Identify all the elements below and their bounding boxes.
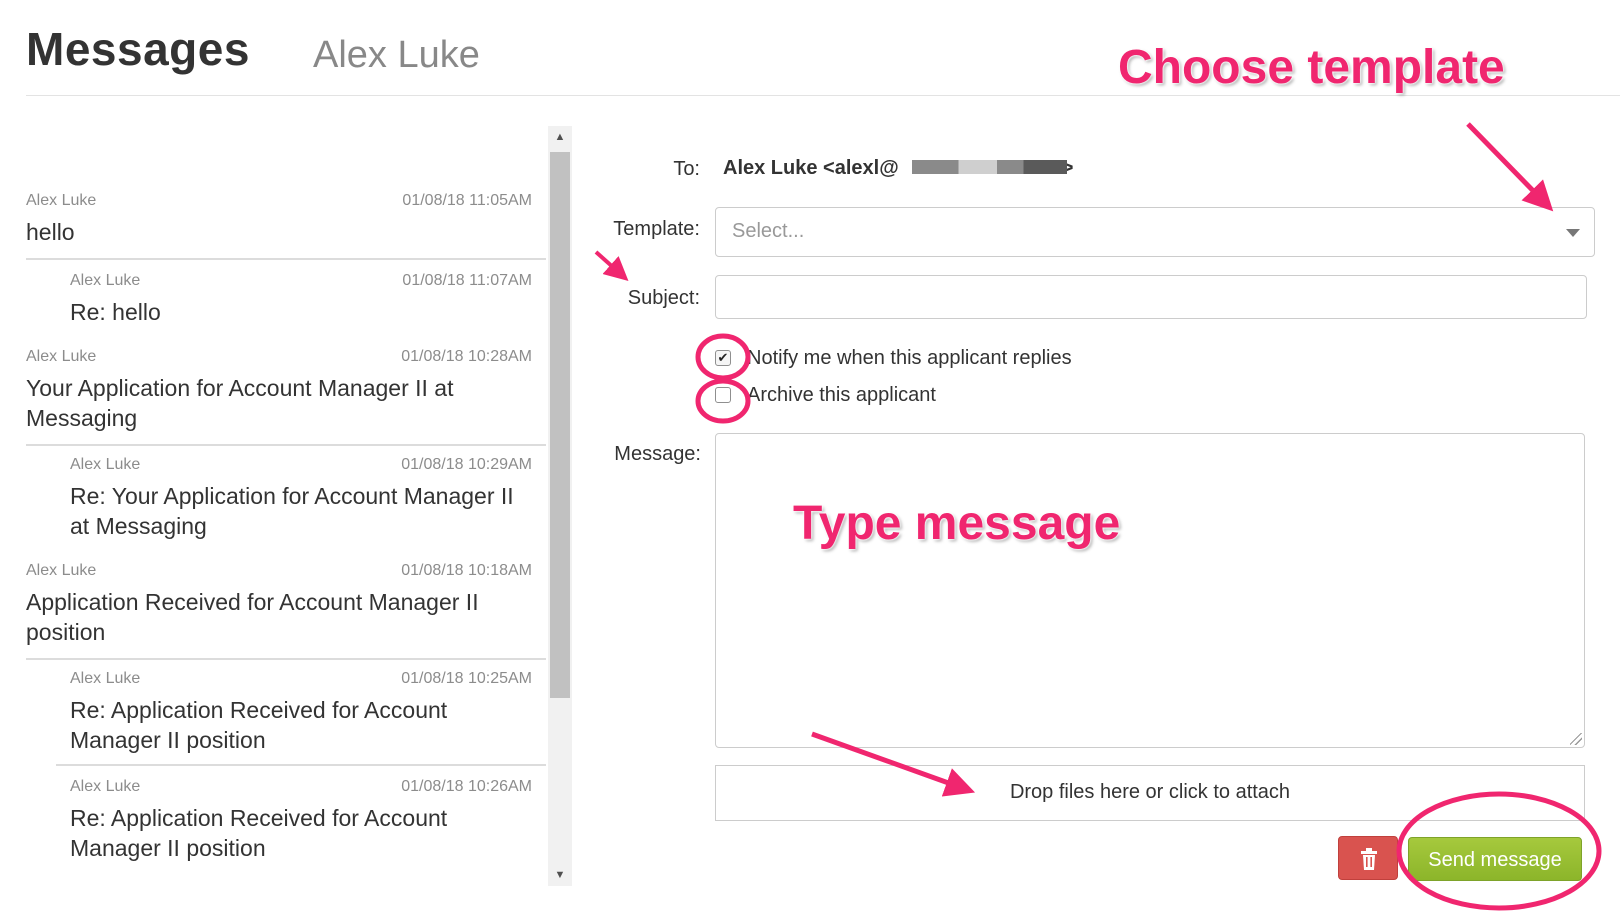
message-sender: Alex Luke xyxy=(26,348,97,365)
message-sender: Alex Luke xyxy=(70,456,141,473)
scroll-up-arrow-icon[interactable]: ▲ xyxy=(548,126,572,148)
message-item[interactable]: Alex Luke 01/08/18 10:28AM Your Applicat… xyxy=(26,348,546,446)
archive-checkbox[interactable] xyxy=(715,387,731,403)
page-title: Messages xyxy=(26,23,250,75)
header-divider xyxy=(26,95,1620,96)
trash-icon xyxy=(1361,848,1377,870)
message-sender: Alex Luke xyxy=(70,778,141,795)
template-select[interactable]: Select... xyxy=(715,207,1595,257)
annotation-choose-template: Choose template xyxy=(1117,40,1505,95)
message-date: 01/08/18 10:18AM xyxy=(401,562,532,579)
to-label: To: xyxy=(673,158,700,180)
message-subject: Re: Application Received for Account Man… xyxy=(70,805,448,861)
message-subject: Re: hello xyxy=(70,299,161,325)
message-date: 01/08/18 10:25AM xyxy=(401,670,532,687)
message-subject: hello xyxy=(26,219,75,245)
notify-checkbox[interactable]: ✔ xyxy=(715,350,731,366)
attachment-dropzone[interactable]: Drop files here or click to attach xyxy=(715,765,1585,821)
message-label: Message: xyxy=(614,443,701,465)
message-subject: Re: Application Received for Account Man… xyxy=(70,697,448,753)
template-label: Template: xyxy=(613,218,700,240)
send-message-button[interactable]: Send message xyxy=(1408,837,1582,881)
message-date: 01/08/18 11:05AM xyxy=(402,192,532,209)
notify-label: Notify me when this applicant replies xyxy=(747,347,1072,369)
message-list: Alex Luke 01/08/18 11:05AM hello Alex Lu… xyxy=(26,126,546,886)
delete-button[interactable] xyxy=(1338,836,1398,880)
scroll-down-arrow-icon[interactable]: ▼ xyxy=(548,864,572,886)
message-date: 01/08/18 10:28AM xyxy=(401,348,532,365)
archive-label: Archive this applicant xyxy=(747,384,936,406)
message-subject: Re: Your Application for Account Manager… xyxy=(70,483,514,539)
message-item[interactable]: Alex Luke 01/08/18 11:07AM Re: hello xyxy=(26,272,546,338)
annotation-arrow-template xyxy=(1466,122,1554,212)
message-item[interactable]: Alex Luke 01/08/18 10:29AM Re: Your Appl… xyxy=(26,456,546,552)
textarea-resize-handle[interactable] xyxy=(1570,733,1582,745)
message-textarea[interactable] xyxy=(715,433,1585,748)
annotation-type-message: Type message xyxy=(792,496,1121,551)
message-subject: Your Application for Account Manager II … xyxy=(26,375,454,431)
message-item[interactable]: Alex Luke 01/08/18 10:25AM Re: Applicati… xyxy=(56,670,546,766)
message-item[interactable]: Alex Luke 01/08/18 11:05AM hello xyxy=(26,192,546,260)
message-sender: Alex Luke xyxy=(70,272,141,289)
message-item[interactable]: Alex Luke 01/08/18 10:18AM Application R… xyxy=(26,562,546,660)
message-item[interactable]: Alex Luke 01/08/18 10:26AM Re: Applicati… xyxy=(26,778,546,874)
message-sender: Alex Luke xyxy=(70,670,141,687)
to-recipient-name: Alex Luke <alexl@ xyxy=(723,157,899,179)
message-date: 01/08/18 10:26AM xyxy=(401,778,532,795)
page-subtitle: Alex Luke xyxy=(313,34,480,76)
message-sender: Alex Luke xyxy=(26,562,97,579)
redacted-email xyxy=(912,160,1067,174)
chevron-down-icon xyxy=(1566,229,1580,237)
dropzone-label: Drop files here or click to attach xyxy=(1009,781,1291,803)
annotation-arrow-subject xyxy=(594,250,629,281)
template-placeholder: Select... xyxy=(732,220,805,242)
subject-label: Subject: xyxy=(627,287,700,309)
message-sender: Alex Luke xyxy=(26,192,97,209)
message-subject: Application Received for Account Manager… xyxy=(26,589,479,645)
subject-input[interactable] xyxy=(715,275,1587,319)
